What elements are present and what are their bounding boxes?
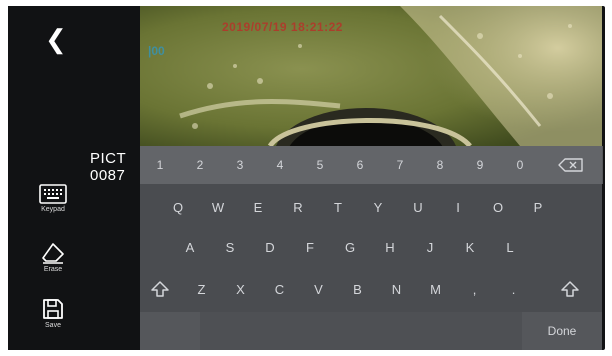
device-screen: ❮ PICT 0087 Keypad Erase Save 2019/07/19…: [8, 6, 605, 350]
keyboard-icon: [39, 184, 67, 204]
keypad-button[interactable]: Keypad: [28, 184, 78, 213]
eraser-icon: [42, 243, 64, 264]
key-m[interactable]: M: [416, 270, 455, 308]
key-w[interactable]: W: [198, 188, 238, 226]
backspace-icon: [558, 158, 583, 172]
done-key[interactable]: Done: [522, 312, 602, 350]
key-s[interactable]: S: [210, 228, 250, 266]
camera-preview: 2019/07/19 18:21:22 |00: [140, 6, 602, 146]
backspace-key[interactable]: [540, 146, 603, 184]
key-l[interactable]: L: [490, 228, 530, 266]
shift-icon: [151, 281, 169, 297]
key-9[interactable]: 9: [460, 146, 501, 184]
key-4[interactable]: 4: [260, 146, 301, 184]
letter-row-3: ZXCVBNM,.: [140, 270, 602, 308]
key-period[interactable]: .: [494, 270, 533, 308]
key-v[interactable]: V: [299, 270, 338, 308]
file-name-prefix: PICT: [90, 150, 127, 167]
key-q[interactable]: Q: [158, 188, 198, 226]
key-y[interactable]: Y: [358, 188, 398, 226]
key-h[interactable]: H: [370, 228, 410, 266]
sidebar: ❮ PICT 0087 Keypad Erase Save: [8, 6, 140, 350]
key-c[interactable]: C: [260, 270, 299, 308]
erase-label: Erase: [43, 266, 63, 273]
erase-button[interactable]: Erase: [28, 242, 78, 273]
keypad-label: Keypad: [41, 206, 65, 213]
key-8[interactable]: 8: [420, 146, 461, 184]
shift-key-left[interactable]: [140, 270, 180, 308]
save-button[interactable]: Save: [28, 298, 78, 329]
key-7[interactable]: 7: [380, 146, 421, 184]
key-t[interactable]: T: [318, 188, 358, 226]
key-comma[interactable]: ,: [455, 270, 494, 308]
key-e[interactable]: E: [238, 188, 278, 226]
key-g[interactable]: G: [330, 228, 370, 266]
file-name-number: 0087: [90, 167, 126, 184]
bottom-row: Done: [140, 312, 602, 350]
number-row: 1234567890: [140, 146, 603, 184]
key-n[interactable]: N: [377, 270, 416, 308]
key-d[interactable]: D: [250, 228, 290, 266]
shift-icon: [561, 281, 579, 297]
key-i[interactable]: I: [438, 188, 478, 226]
key-k[interactable]: K: [450, 228, 490, 266]
key-x[interactable]: X: [221, 270, 260, 308]
shift-key-right[interactable]: [544, 270, 596, 308]
pipe-image: [140, 6, 602, 146]
key-2[interactable]: 2: [180, 146, 221, 184]
back-button[interactable]: ❮: [45, 26, 67, 52]
blank-key: [140, 312, 200, 350]
key-z[interactable]: Z: [182, 270, 221, 308]
letter-row-2: ASDFGHJKL: [140, 228, 602, 266]
letter-row-1: QWERTYUIOP: [140, 188, 602, 226]
save-label: Save: [45, 322, 61, 329]
key-o[interactable]: O: [478, 188, 518, 226]
key-p[interactable]: P: [518, 188, 558, 226]
camera-timestamp: 2019/07/19 18:21:22: [222, 20, 343, 34]
key-5[interactable]: 5: [300, 146, 341, 184]
key-0[interactable]: 0: [500, 146, 541, 184]
space-key[interactable]: [200, 312, 522, 350]
floppy-disk-icon: [43, 299, 63, 319]
key-u[interactable]: U: [398, 188, 438, 226]
key-b[interactable]: B: [338, 270, 377, 308]
key-3[interactable]: 3: [220, 146, 261, 184]
on-screen-keyboard: 1234567890 QWERTYUIOP ASDFGHJKL ZXCVBNM,…: [140, 146, 603, 350]
key-6[interactable]: 6: [340, 146, 381, 184]
key-1[interactable]: 1: [140, 146, 181, 184]
key-a[interactable]: A: [170, 228, 210, 266]
file-name: PICT 0087: [90, 150, 126, 184]
key-r[interactable]: R: [278, 188, 318, 226]
key-f[interactable]: F: [290, 228, 330, 266]
key-j[interactable]: J: [410, 228, 450, 266]
chevron-left-icon: ❮: [45, 24, 67, 54]
camera-index: |00: [148, 44, 165, 58]
